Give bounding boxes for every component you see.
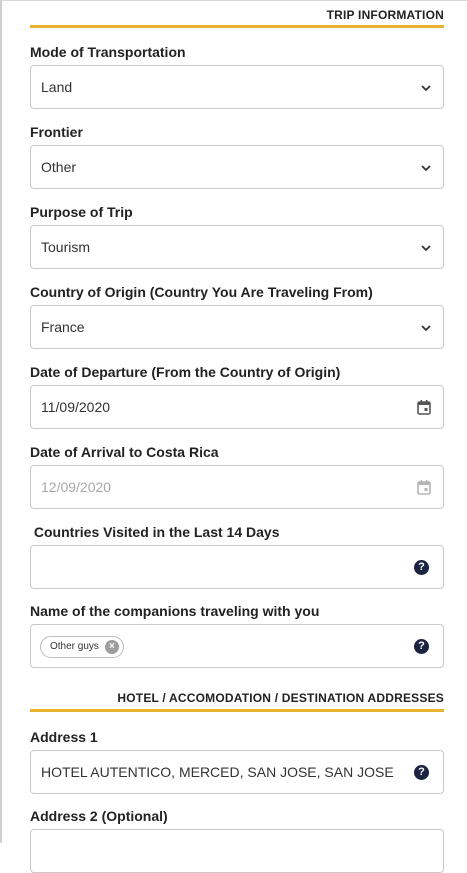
mode-select[interactable]: Land — [30, 65, 444, 109]
help-icon[interactable]: ? — [414, 639, 429, 654]
arrival-label: Date of Arrival to Costa Rica — [30, 444, 219, 460]
origin-select[interactable]: France — [30, 305, 444, 349]
frontier-label: Frontier — [30, 124, 83, 140]
companions-input[interactable]: Other guys × ? — [30, 624, 444, 668]
trip-section-divider — [30, 25, 444, 28]
help-icon[interactable]: ? — [414, 765, 429, 780]
departure-value: 11/09/2020 — [41, 399, 111, 415]
frontier-value: Other — [41, 159, 77, 175]
purpose-select[interactable]: Tourism — [30, 225, 444, 269]
address-section-divider — [30, 709, 444, 712]
address2-label: Address 2 (Optional) — [30, 808, 168, 824]
address1-input[interactable]: HOTEL AUTENTICO, MERCED, SAN JOSE, SAN J… — [30, 750, 444, 794]
chevron-down-icon — [421, 325, 431, 332]
companions-label: Name of the companions traveling with yo… — [30, 603, 320, 619]
left-border — [0, 0, 2, 843]
companion-chip: Other guys × — [40, 636, 124, 658]
calendar-icon[interactable] — [416, 479, 432, 495]
address1-label: Address 1 — [30, 729, 98, 745]
mode-label: Mode of Transportation — [30, 44, 186, 60]
chevron-down-icon — [421, 245, 431, 252]
departure-label: Date of Departure (From the Country of O… — [30, 364, 341, 380]
companion-chip-label: Other guys — [50, 641, 99, 652]
origin-value: France — [41, 319, 85, 335]
origin-label: Country of Origin (Country You Are Trave… — [30, 284, 373, 300]
chevron-down-icon — [421, 165, 431, 172]
departure-date-input[interactable]: 11/09/2020 — [30, 385, 444, 429]
trip-section-title: TRIP INFORMATION — [326, 8, 444, 22]
address2-input[interactable] — [30, 829, 444, 873]
address1-value: HOTEL AUTENTICO, MERCED, SAN JOSE, SAN J… — [41, 764, 394, 780]
close-circle-icon[interactable]: × — [104, 640, 119, 654]
visited-countries-input[interactable]: ? — [30, 545, 444, 589]
chevron-down-icon — [421, 85, 431, 92]
arrival-date-input[interactable]: 12/09/2020 — [30, 465, 444, 509]
help-icon[interactable]: ? — [414, 560, 429, 575]
calendar-icon[interactable] — [416, 399, 432, 415]
top-border — [0, 0, 467, 1]
purpose-label: Purpose of Trip — [30, 204, 133, 220]
frontier-select[interactable]: Other — [30, 145, 444, 189]
purpose-value: Tourism — [41, 239, 91, 255]
mode-value: Land — [41, 79, 73, 95]
visited-label: Countries Visited in the Last 14 Days — [30, 524, 280, 540]
arrival-value: 12/09/2020 — [41, 479, 112, 495]
address-section-title: HOTEL / ACCOMODATION / DESTINATION ADDRE… — [117, 691, 444, 705]
